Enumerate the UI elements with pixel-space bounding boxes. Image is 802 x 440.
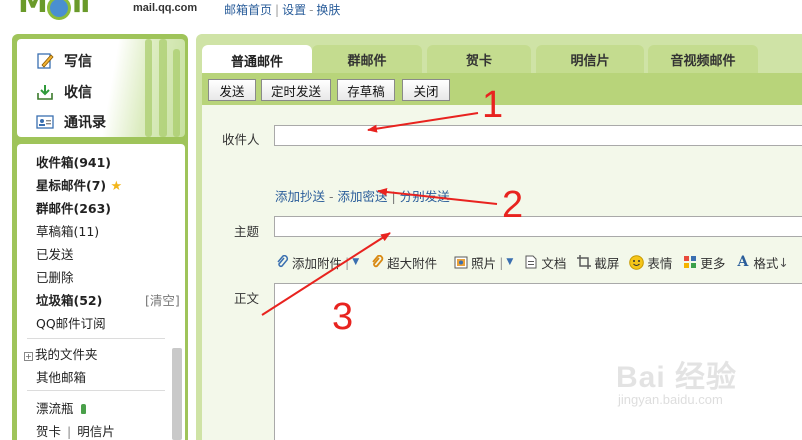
- address-card-icon: [35, 113, 55, 131]
- folder-drafts[interactable]: 草稿箱(11): [36, 221, 99, 240]
- more-button[interactable]: 更多: [682, 253, 725, 272]
- compose-label: 写信: [64, 54, 92, 70]
- folder-qq-subscription[interactable]: QQ邮件订阅: [36, 313, 106, 332]
- add-attachment-button[interactable]: 添加附件 | ▼: [274, 253, 359, 272]
- attachment-toolbar: 添加附件 | ▼ 超大附件 照片 | ▼ 文档 截屏 表情 更多 A 格式 ↓: [274, 252, 799, 272]
- large-attachment-button[interactable]: 超大附件: [369, 253, 437, 272]
- scheduled-send-button[interactable]: 定时发送: [261, 79, 331, 101]
- format-label: 格式: [753, 255, 779, 271]
- tab-group-mail[interactable]: 群邮件: [312, 45, 422, 73]
- pencil-paper-icon: [35, 52, 55, 70]
- close-button[interactable]: 关闭: [402, 79, 450, 101]
- link-change-skin[interactable]: 换肤: [316, 3, 340, 17]
- document-label: 文档: [541, 255, 567, 271]
- add-bcc-link[interactable]: 添加密送: [338, 189, 388, 204]
- baidu-jingyan-watermark: Bai 经验 jingyan.baidu.com: [614, 352, 784, 412]
- save-draft-button[interactable]: 存草稿: [337, 79, 395, 101]
- tab-av-mail[interactable]: 音视频邮件: [648, 45, 758, 73]
- link-mail-home[interactable]: 邮箱首页: [224, 3, 272, 17]
- more-grid-icon: [682, 255, 697, 270]
- star-icon: ★: [110, 179, 123, 194]
- folder-group[interactable]: 群邮件(263): [36, 198, 111, 217]
- add-cc-link[interactable]: 添加抄送: [275, 189, 325, 204]
- more-label: 更多: [700, 255, 726, 271]
- qq-mail-logo[interactable]: Mil: [18, 0, 90, 20]
- folder-starred[interactable]: 星标邮件(7) ★: [36, 175, 122, 194]
- smiley-icon: [629, 254, 645, 270]
- sidebar-actions: 写信 收信 通讯录: [17, 39, 185, 137]
- contacts-button[interactable]: 通讯录: [35, 110, 106, 134]
- empty-spam-link[interactable]: [清空]: [145, 290, 180, 309]
- chevron-down-icon[interactable]: ▼: [352, 257, 359, 267]
- watermark-brand: Bai 经验: [616, 361, 738, 394]
- photo-label: 照片: [471, 255, 497, 271]
- add-attachment-label: 添加附件: [292, 255, 343, 271]
- screenshot-button[interactable]: 截屏: [576, 253, 619, 272]
- my-folders[interactable]: + 我的文件夹: [24, 344, 98, 363]
- body-label: 正文: [234, 291, 260, 306]
- compose-button[interactable]: 写信: [35, 49, 92, 73]
- contacts-label: 通讯录: [64, 115, 106, 131]
- to-label: 收件人: [222, 132, 260, 147]
- screenshot-label: 截屏: [594, 255, 620, 271]
- separate-send-link[interactable]: 分别发送: [400, 189, 450, 204]
- bottle-icon: [80, 404, 86, 414]
- top-links: 邮箱首页 | 设置 - 换肤: [224, 3, 341, 17]
- large-attachment-label: 超大附件: [387, 255, 438, 271]
- recipient-input[interactable]: [274, 125, 802, 146]
- document-icon: [523, 255, 538, 270]
- postcards-link[interactable]: 明信片: [77, 424, 115, 439]
- tab-postcard[interactable]: 明信片: [536, 45, 644, 73]
- format-button[interactable]: A 格式 ↓: [735, 253, 788, 272]
- chevron-down-icon[interactable]: ▼: [506, 257, 513, 267]
- top-bar: Mil mail.qq.com 邮箱首页 | 设置 - 换肤: [0, 0, 802, 32]
- tab-card[interactable]: 贺卡: [427, 45, 531, 73]
- receive-label: 收信: [64, 85, 92, 101]
- folder-starred-label: 星标邮件(7): [36, 178, 107, 193]
- large-paperclip-icon: [369, 255, 384, 270]
- divider: [27, 390, 165, 391]
- other-mailbox[interactable]: 其他邮箱: [36, 367, 86, 386]
- link-settings[interactable]: 设置: [282, 3, 306, 17]
- folder-deleted[interactable]: 已删除: [36, 267, 74, 286]
- subject-input[interactable]: [274, 216, 802, 237]
- inbox-download-icon: [35, 83, 55, 101]
- my-folders-label: 我的文件夹: [35, 347, 98, 362]
- photo-button[interactable]: 照片 | ▼: [453, 253, 513, 272]
- divider: [27, 338, 165, 339]
- folder-sent[interactable]: 已发送: [36, 244, 74, 263]
- receive-button[interactable]: 收信: [35, 80, 92, 104]
- sidebar-scrollbar[interactable]: [172, 348, 182, 440]
- folder-list: 收件箱(941) 星标邮件(7) ★ 群邮件(263) 草稿箱(11) 已发送 …: [17, 144, 185, 440]
- photo-icon: [453, 255, 468, 270]
- expand-plus-icon[interactable]: +: [24, 352, 33, 361]
- watermark-url: jingyan.baidu.com: [618, 392, 723, 407]
- emoji-label: 表情: [647, 255, 673, 271]
- folder-inbox[interactable]: 收件箱(941): [36, 152, 111, 171]
- subject-label: 主题: [234, 224, 260, 239]
- cards-link[interactable]: 贺卡: [36, 424, 61, 439]
- emoji-button[interactable]: 表情: [629, 253, 672, 272]
- document-button[interactable]: 文档: [523, 253, 566, 272]
- drift-bottle[interactable]: 漂流瓶: [36, 398, 86, 417]
- logo-domain: mail.qq.com: [133, 2, 198, 14]
- tab-normal-mail[interactable]: 普通邮件: [202, 45, 312, 75]
- cc-links: 添加抄送 - 添加密送 | 分别发送: [275, 189, 450, 204]
- drift-bottle-label: 漂流瓶: [36, 401, 74, 416]
- sidebar: 写信 收信 通讯录 收件箱(941) 星标邮件(7) ★ 群邮件(263) 草稿…: [12, 34, 188, 440]
- folder-spam[interactable]: 垃圾箱(52): [36, 290, 102, 309]
- send-button[interactable]: 发送: [208, 79, 256, 101]
- paperclip-icon: [274, 255, 289, 270]
- screenshot-icon: [576, 255, 591, 270]
- format-text-icon: A: [737, 254, 749, 270]
- cards-postcards: 贺卡 | 明信片: [36, 424, 115, 439]
